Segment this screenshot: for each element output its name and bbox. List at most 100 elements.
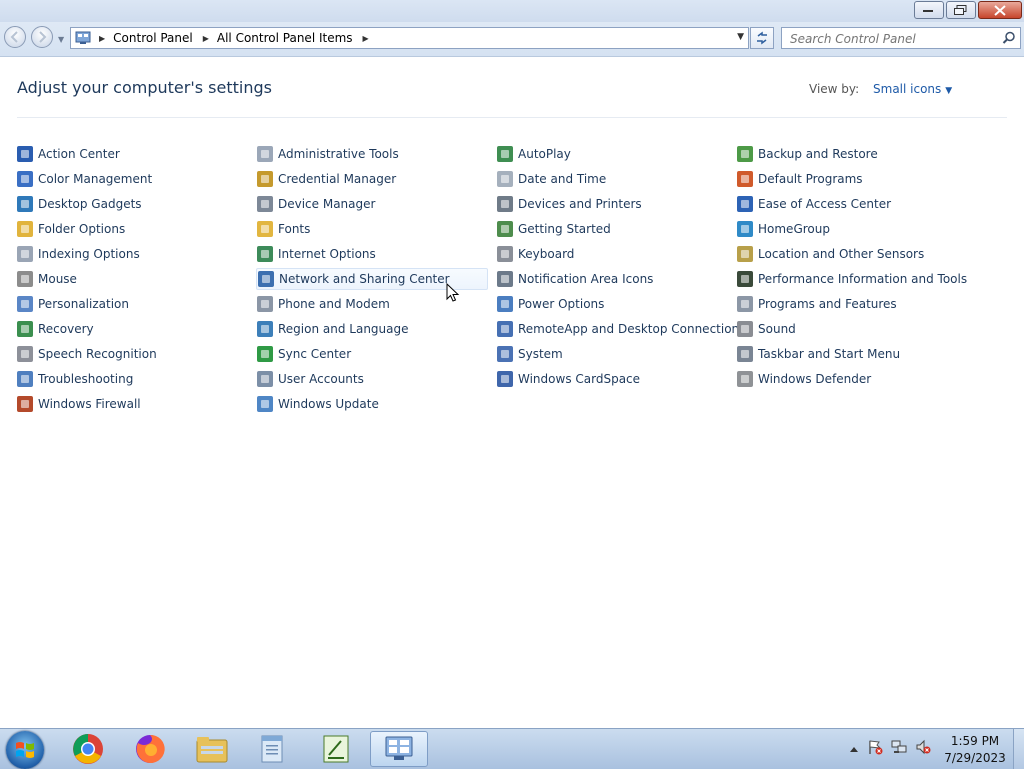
title-bar [0,0,1024,22]
item-system[interactable]: System [496,343,728,365]
view-by-label: View by: [809,82,860,96]
item-date-and-time[interactable]: Date and Time [496,168,728,190]
item-user-accounts[interactable]: User Accounts [256,368,488,390]
item-device-manager[interactable]: Device Manager [256,193,488,215]
address-dropdown-icon[interactable]: ▼ [737,32,744,42]
item-region-and-language[interactable]: Region and Language [256,318,488,340]
item-homegroup[interactable]: HomeGroup [736,218,968,240]
show-desktop-button[interactable] [1013,729,1024,769]
taskbar-chrome[interactable] [62,731,114,767]
network-tray[interactable] [891,739,907,758]
breadcrumb-control-panel[interactable]: Control Panel [113,31,193,45]
item-label: Desktop Gadgets [38,197,142,211]
item-personalization[interactable]: Personalization [16,293,248,315]
taskbar-notepad[interactable] [246,731,298,767]
item-devices-and-printers[interactable]: Devices and Printers [496,193,728,215]
navigation-bar: ▼ ▶ Control Panel ▶ All Control Panel It… [0,22,1024,57]
item-getting-started[interactable]: Getting Started [496,218,728,240]
back-button[interactable] [4,26,26,48]
item-indexing-options[interactable]: Indexing Options [16,243,248,265]
item-power-options[interactable]: Power Options [496,293,728,315]
taskbar-file-explorer[interactable] [186,731,238,767]
item-label: Sync Center [278,347,352,361]
refresh-button[interactable] [750,27,774,49]
item-location-and-other-sensors[interactable]: Location and Other Sensors [736,243,968,265]
search-box[interactable] [781,27,1021,49]
item-ease-of-access-center[interactable]: Ease of Access Center [736,193,968,215]
clock[interactable]: 1:59 PM 7/29/2023 [944,733,1006,767]
item-windows-defender[interactable]: Windows Defender [736,368,968,390]
search-icon[interactable] [1002,31,1016,45]
chevron-down-icon[interactable]: ▼ [945,86,952,96]
breadcrumb-separator-icon[interactable]: ▶ [203,34,209,43]
system-icon [497,346,513,362]
view-by-dropdown[interactable]: Small icons ▼ [873,82,952,96]
device-manager-icon [257,196,273,212]
gadgets-icon [17,196,33,212]
item-windows-cardspace[interactable]: Windows CardSpace [496,368,728,390]
forward-button[interactable] [31,26,53,48]
item-color-management[interactable]: Color Management [16,168,248,190]
item-speech-recognition[interactable]: Speech Recognition [16,343,248,365]
item-mouse[interactable]: Mouse [16,268,248,290]
item-credential-manager[interactable]: Credential Manager [256,168,488,190]
item-troubleshooting[interactable]: Troubleshooting [16,368,248,390]
item-internet-options[interactable]: Internet Options [256,243,488,265]
item-taskbar-and-start-menu[interactable]: Taskbar and Start Menu [736,343,968,365]
item-programs-and-features[interactable]: Programs and Features [736,293,968,315]
taskbar-firefox[interactable] [124,731,176,767]
breadcrumb-all-items[interactable]: All Control Panel Items [217,31,353,45]
taskbar-icon [737,346,753,362]
item-label: Phone and Modem [278,297,390,311]
action-center-tray[interactable] [867,739,883,758]
item-default-programs[interactable]: Default Programs [736,168,968,190]
flag-icon [17,146,33,162]
item-windows-update[interactable]: Windows Update [256,393,488,415]
network-icon [258,271,274,287]
breadcrumb-separator-icon[interactable]: ▶ [363,34,369,43]
item-action-center[interactable]: Action Center [16,143,248,165]
microphone-icon [17,346,33,362]
indexing-icon [17,246,33,262]
recent-pages-dropdown[interactable]: ▼ [58,35,64,44]
restore-button[interactable] [946,1,976,19]
item-backup-and-restore[interactable]: Backup and Restore [736,143,968,165]
search-input[interactable] [788,30,992,48]
autoplay-icon [497,146,513,162]
item-autoplay[interactable]: AutoPlay [496,143,728,165]
item-keyboard[interactable]: Keyboard [496,243,728,265]
show-hidden-icons-button[interactable] [849,742,859,756]
item-administrative-tools[interactable]: Administrative Tools [256,143,488,165]
close-button[interactable] [978,1,1022,19]
speaker-icon [737,321,753,337]
item-folder-options[interactable]: Folder Options [16,218,248,240]
item-fonts[interactable]: Fonts [256,218,488,240]
item-label: Recovery [38,322,94,336]
item-sync-center[interactable]: Sync Center [256,343,488,365]
item-label: Windows Firewall [38,397,141,411]
item-label: Notification Area Icons [518,272,654,286]
volume-tray[interactable] [915,739,931,758]
item-label: Default Programs [758,172,863,186]
item-remoteapp-and-desktop-connections[interactable]: RemoteApp and Desktop Connections [496,318,745,340]
clock-time: 1:59 PM [950,734,1000,748]
start-button[interactable] [6,731,44,769]
item-performance-information-and-tools[interactable]: Performance Information and Tools [736,268,968,290]
taskbar-text-editor[interactable] [310,731,362,767]
chevron-down-icon: ▼ [58,35,65,44]
item-windows-firewall[interactable]: Windows Firewall [16,393,248,415]
network-icon [891,740,907,753]
item-desktop-gadgets[interactable]: Desktop Gadgets [16,193,248,215]
address-bar[interactable]: ▶ Control Panel ▶ All Control Panel Item… [70,27,749,49]
item-label: Windows CardSpace [518,372,641,386]
item-notification-area-icons[interactable]: Notification Area Icons [496,268,728,290]
taskbar-control-panel[interactable] [370,731,428,767]
item-sound[interactable]: Sound [736,318,968,340]
item-label: Administrative Tools [278,147,399,161]
breadcrumb-separator-icon[interactable]: ▶ [99,34,105,43]
minimize-button[interactable] [914,1,944,19]
recovery-icon [17,321,33,337]
view-by-value[interactable]: Small icons [873,82,941,96]
item-label: User Accounts [278,372,364,386]
item-recovery[interactable]: Recovery [16,318,248,340]
